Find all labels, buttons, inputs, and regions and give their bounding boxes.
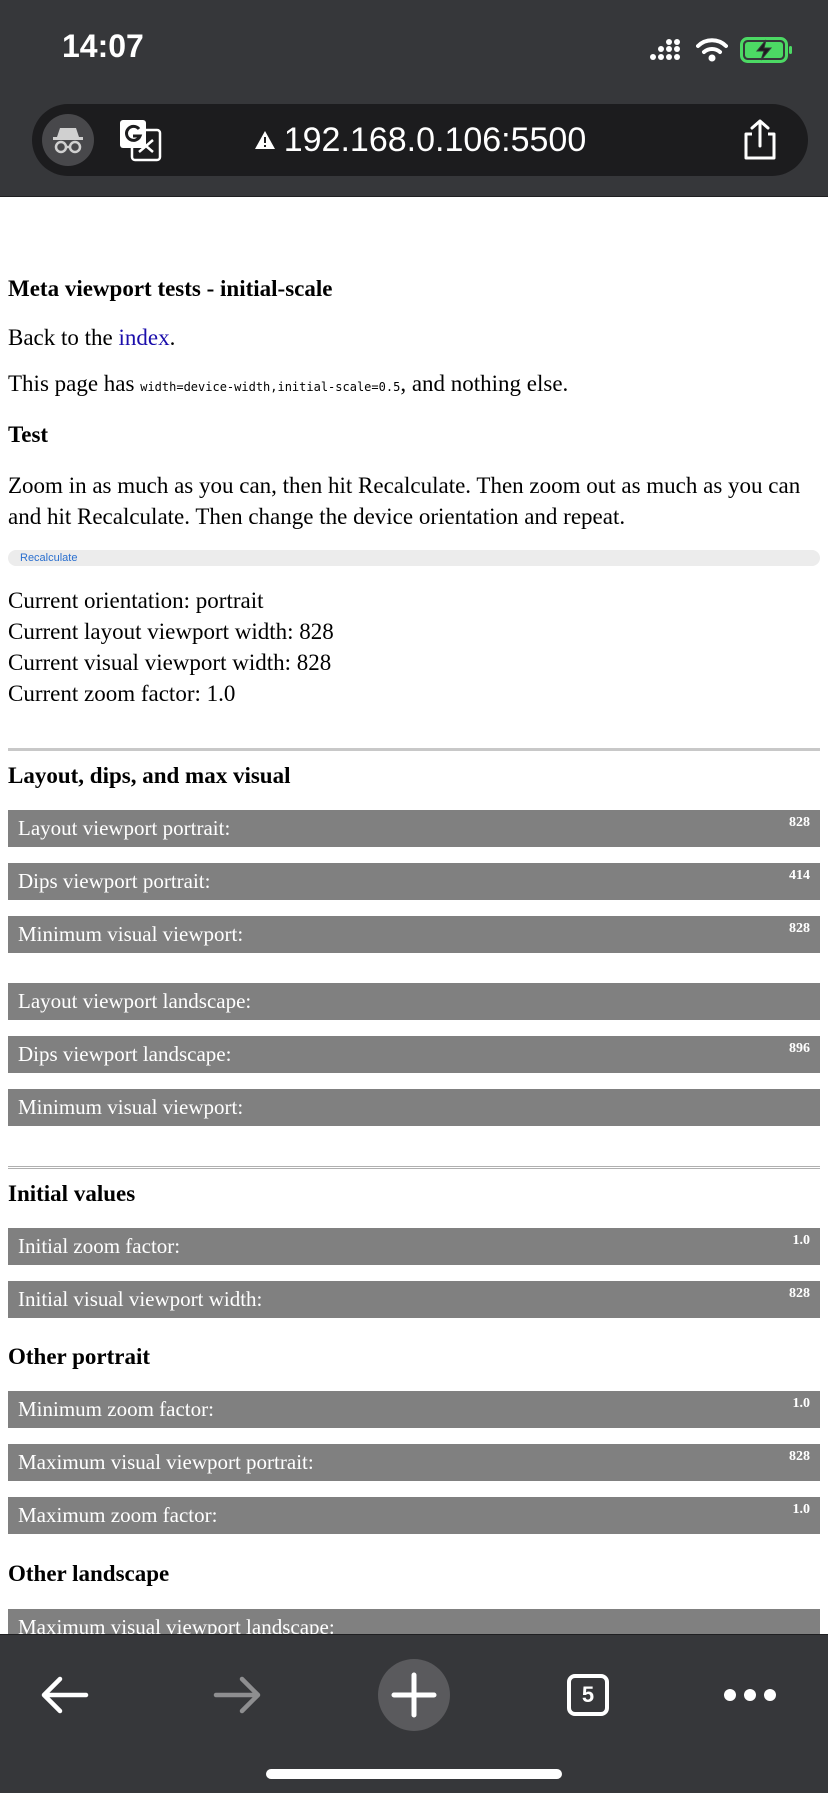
incognito-button[interactable] [42, 114, 94, 166]
back-button[interactable] [28, 1659, 100, 1731]
new-tab-button[interactable] [378, 1659, 450, 1731]
row-label: Minimum visual viewport: [18, 1095, 244, 1119]
url-text: 192.168.0.106:5500 [283, 120, 587, 159]
home-indicator[interactable] [266, 1769, 562, 1779]
back-suffix: . [169, 325, 176, 350]
result-row: Dips viewport portrait: 414 [8, 863, 820, 900]
row-label: Minimum visual viewport: [18, 922, 244, 946]
instructions: Zoom in as much as you can, then hit Rec… [8, 473, 801, 529]
browser-top-chrome: 14:07 192.168.0.106:5500 [0, 0, 828, 197]
status-icons [650, 36, 794, 64]
back-paragraph: Back to the index. [8, 322, 808, 353]
plus-icon [391, 1672, 437, 1718]
row-label: Initial zoom factor: [18, 1234, 181, 1258]
battery-charging-icon [740, 37, 792, 63]
incognito-icon [53, 128, 83, 154]
row-value: 828 [789, 1286, 810, 1301]
more-dots-icon [724, 1689, 776, 1701]
row-label: Layout viewport portrait: [18, 816, 231, 840]
row-value: 896 [789, 1041, 810, 1056]
result-row: Layout viewport portrait: 828 [8, 810, 820, 847]
share-icon [744, 119, 776, 160]
share-button[interactable] [740, 118, 780, 162]
warning-icon [254, 131, 275, 149]
desc-prefix: This page has [8, 371, 141, 396]
section-title-portrait: Other portrait [8, 1344, 151, 1369]
tabs-icon: 5 [567, 1674, 609, 1716]
current-orientation: Current orientation: portrait [8, 588, 264, 613]
desc-suffix: , and nothing else. [400, 371, 569, 396]
result-row: Minimum visual viewport: 828 [8, 916, 820, 953]
row-value: 1.0 [792, 1233, 811, 1248]
section-title-initial: Initial values [8, 1181, 136, 1206]
row-value: 1.0 [792, 1502, 811, 1517]
browser-bottom-toolbar: 5 [0, 1634, 828, 1793]
recalculate-button[interactable]: Recalculate [8, 550, 820, 566]
desc-code: width=device-width,initial-scale=0.5 [140, 380, 401, 394]
row-label: Initial visual viewport width: [18, 1287, 263, 1311]
wifi-icon [696, 38, 728, 62]
result-row: Minimum visual viewport: [8, 1089, 820, 1126]
description-paragraph: This page has width=device-width,initial… [8, 368, 808, 403]
tab-count: 5 [581, 1682, 595, 1707]
row-label: Layout viewport landscape: [18, 989, 252, 1013]
result-row: Dips viewport landscape: 896 [8, 1036, 820, 1073]
tabs-button[interactable]: 5 [552, 1659, 624, 1731]
back-prefix: Back to the [8, 325, 119, 350]
result-row: Maximum zoom factor: 1.0 [8, 1497, 820, 1534]
more-button[interactable] [714, 1659, 786, 1731]
cellular-signal-icon [650, 39, 680, 60]
section-title-layout: Layout, dips, and max visual [8, 763, 291, 788]
current-values: Current orientation: portrait Current la… [8, 585, 334, 709]
result-row: Initial zoom factor: 1.0 [8, 1228, 820, 1265]
current-zoom: Current zoom factor: 1.0 [8, 681, 236, 706]
result-row: Initial visual viewport width: 828 [8, 1281, 820, 1318]
row-label: Minimum zoom factor: [18, 1397, 214, 1421]
row-label: Maximum zoom factor: [18, 1503, 218, 1527]
row-value: 1.0 [792, 1396, 811, 1411]
row-value: 414 [789, 868, 810, 883]
result-row: Minimum zoom factor: 1.0 [8, 1391, 820, 1428]
row-label: Maximum visual viewport portrait: [18, 1450, 314, 1474]
divider [8, 748, 820, 751]
result-row: Maximum visual viewport portrait: 828 [8, 1444, 820, 1481]
index-link[interactable]: index [119, 325, 170, 350]
translate-button[interactable] [118, 118, 162, 162]
arrow-left-icon [41, 1676, 89, 1714]
page-title: Meta viewport tests - initial-scale [8, 276, 333, 301]
row-label: Dips viewport landscape: [18, 1042, 232, 1066]
current-layout-width: Current layout viewport width: 828 [8, 619, 334, 644]
test-heading: Test [8, 422, 49, 447]
arrow-right-icon [213, 1676, 261, 1714]
status-time: 14:07 [62, 28, 144, 64]
row-label: Dips viewport portrait: [18, 869, 211, 893]
row-value: 828 [789, 1449, 810, 1464]
row-value: 828 [789, 815, 810, 830]
section-title-landscape: Other landscape [8, 1561, 170, 1586]
forward-button[interactable] [202, 1659, 274, 1731]
result-row: Layout viewport landscape: [8, 983, 820, 1020]
translate-icon [120, 120, 162, 162]
current-visual-width: Current visual viewport width: 828 [8, 650, 332, 675]
row-value: 828 [789, 921, 810, 936]
url-bar[interactable]: 192.168.0.106:5500 [32, 104, 808, 176]
divider [8, 1166, 820, 1169]
